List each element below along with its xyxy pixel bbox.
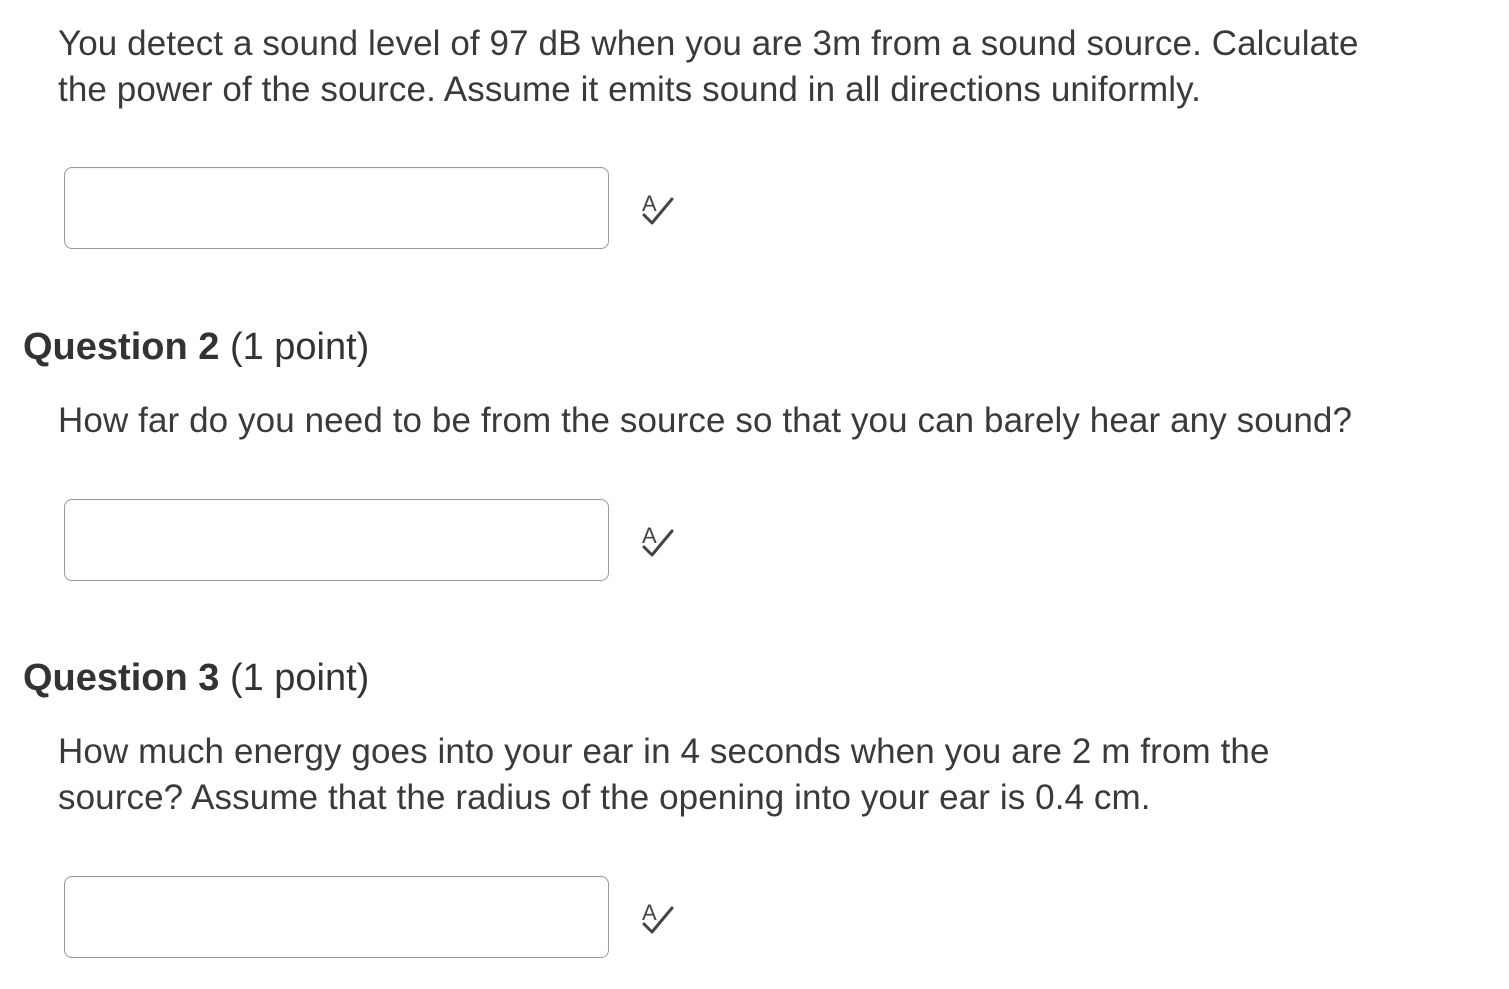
question-3-points: (1 point) — [229, 657, 370, 699]
svg-text:A: A — [642, 900, 657, 925]
question-2-prompt: How far do you need to be from the sourc… — [58, 398, 1352, 444]
question-1-prompt: You detect a sound level of 97 dB when y… — [58, 21, 1359, 113]
svg-text:A: A — [642, 523, 657, 548]
question-3-answer-row: A — [64, 876, 684, 958]
question-3-heading: Question 3 (1 point) — [23, 655, 369, 701]
question-1-prompt-line-2: the power of the source. Assume it emits… — [58, 70, 1201, 109]
spellcheck-icon[interactable]: A — [636, 894, 680, 938]
question-3-prompt: How much energy goes into your ear in 4 … — [58, 729, 1270, 821]
question-3-answer-input[interactable] — [64, 876, 609, 958]
question-1-answer-row: A — [64, 167, 684, 249]
question-3-prompt-line-2: source? Assume that the radius of the op… — [58, 778, 1151, 817]
question-2-heading: Question 2 (1 point) — [23, 324, 369, 370]
question-1-answer-input[interactable] — [64, 167, 609, 249]
question-2-title: Question 2 — [23, 326, 220, 368]
question-2-points: (1 point) — [229, 326, 370, 368]
svg-text:A: A — [642, 191, 657, 216]
question-2-prompt-line-1: How far do you need to be from the sourc… — [58, 401, 1353, 440]
question-1-prompt-line-1: You detect a sound level of 97 dB when y… — [58, 24, 1359, 63]
question-3-title: Question 3 — [23, 657, 220, 699]
question-3-prompt-line-1: How much energy goes into your ear in 4 … — [58, 732, 1270, 771]
spellcheck-icon[interactable]: A — [636, 185, 680, 229]
question-2-answer-row: A — [64, 499, 684, 581]
spellcheck-icon[interactable]: A — [636, 517, 680, 561]
question-2-answer-input[interactable] — [64, 499, 609, 581]
